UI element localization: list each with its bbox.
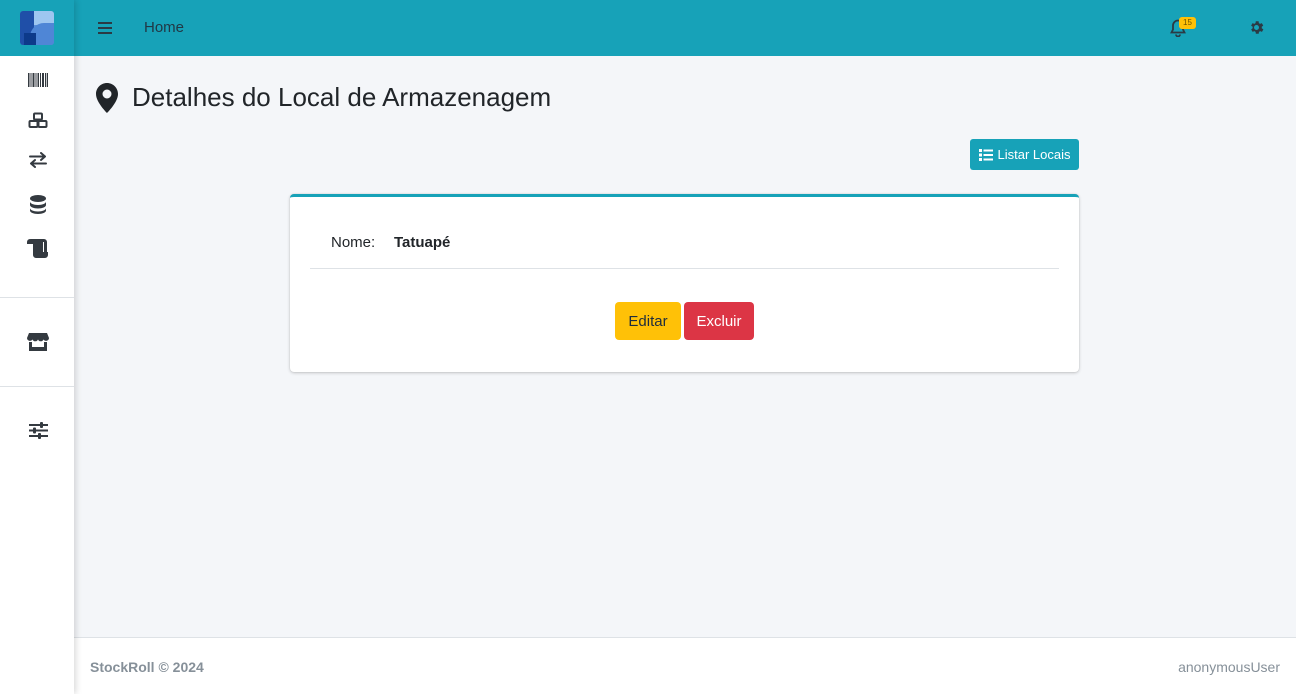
footer-copyright: StockRoll © 2024 [90, 659, 204, 675]
sliders-icon [28, 421, 48, 439]
brand-logo-link[interactable] [0, 0, 74, 56]
scroll-icon [27, 238, 48, 258]
name-field-row: Nome: Tatuapé [310, 217, 1059, 269]
page-header: Detalhes do Local de Armazenagem [96, 82, 551, 113]
sidebar-divider [0, 386, 74, 387]
barcode-icon [28, 73, 48, 87]
app-logo [20, 11, 54, 45]
store-icon [27, 333, 49, 351]
sidebar-item-storage-locations[interactable] [27, 331, 49, 353]
home-link[interactable]: Home [144, 19, 184, 36]
footer-username: anonymousUser [1178, 659, 1280, 675]
sidebar-divider [0, 297, 74, 298]
database-icon [30, 194, 46, 214]
list-locations-label: Listar Locais [997, 147, 1071, 162]
list-locations-button[interactable]: Listar Locais [970, 139, 1079, 170]
exchange-icon [29, 152, 47, 168]
notification-count-badge: 15 [1179, 17, 1196, 29]
name-label: Nome: [331, 234, 376, 251]
edit-button[interactable]: Editar [615, 302, 681, 340]
sidebar-item-movements[interactable] [27, 149, 49, 171]
map-marker-icon [96, 82, 118, 113]
footer: StockRoll © 2024 anonymousUser [74, 637, 1296, 694]
hamburger-icon [98, 22, 112, 34]
sidebar-item-stock[interactable] [27, 109, 49, 131]
top-navbar: Home 15 [74, 0, 1296, 56]
sidebar-item-database[interactable] [27, 193, 49, 215]
delete-button[interactable]: Excluir [684, 302, 754, 340]
sidebar-item-products[interactable] [27, 69, 49, 91]
gear-icon [1251, 21, 1264, 34]
sidebar-item-settings[interactable] [27, 419, 49, 441]
name-value: Tatuapé [394, 234, 451, 251]
menu-toggle-button[interactable] [96, 19, 114, 37]
location-detail-card: Nome: Tatuapé Editar Excluir [290, 194, 1079, 372]
sidebar-item-reports[interactable] [27, 237, 49, 259]
settings-button[interactable] [1248, 19, 1265, 36]
sidebar [0, 0, 74, 694]
cubes-icon [28, 112, 48, 128]
list-icon [978, 148, 993, 161]
page-title: Detalhes do Local de Armazenagem [132, 82, 552, 112]
